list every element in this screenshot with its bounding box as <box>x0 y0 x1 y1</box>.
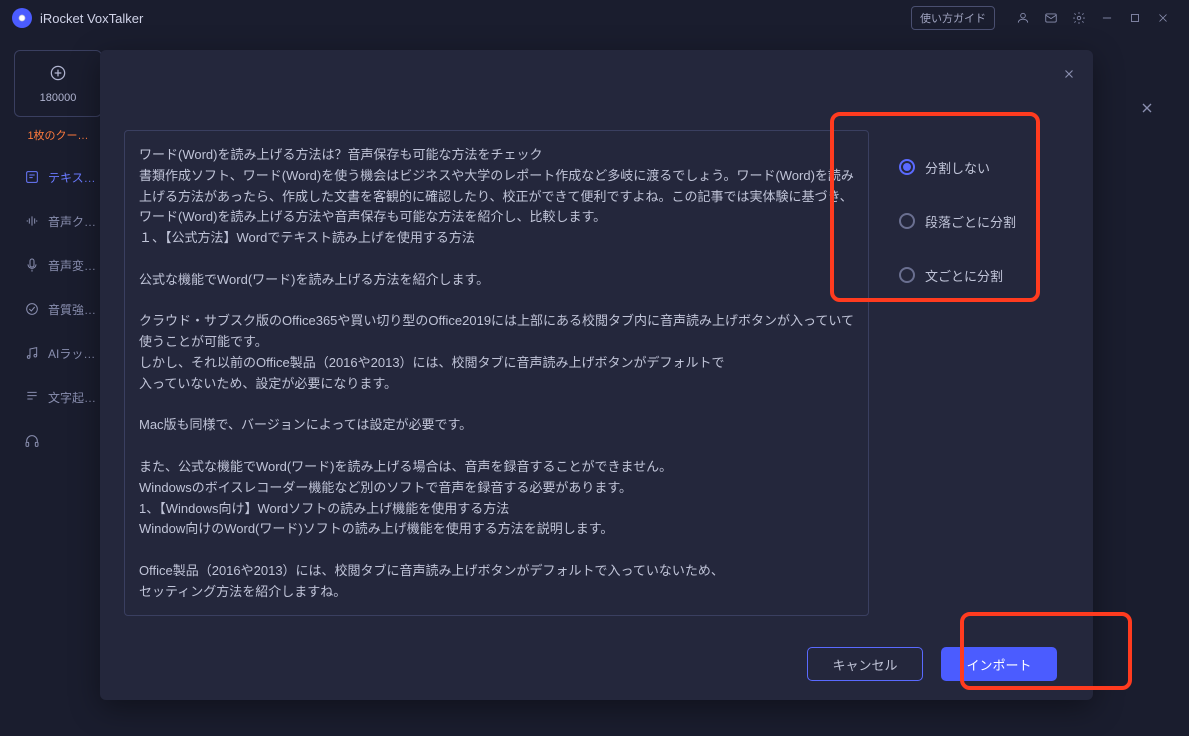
mail-icon[interactable] <box>1037 4 1065 32</box>
headphone-icon <box>24 433 40 449</box>
radio-no-split[interactable]: 分割しない <box>899 140 1069 194</box>
coupon-tab[interactable]: 1枚のクー… <box>14 117 102 153</box>
sidebar-item-enhance[interactable]: 音質強… <box>14 289 102 329</box>
sidebar-item-label: 文字起… <box>48 389 96 406</box>
credit-box[interactable]: 180000 <box>14 50 102 117</box>
sidebar-item-extra[interactable] <box>14 421 102 461</box>
guide-button[interactable]: 使い方ガイド <box>911 6 995 30</box>
text-icon <box>24 169 40 185</box>
dialog-close-button[interactable] <box>1059 64 1079 84</box>
cancel-button[interactable]: キャンセル <box>807 647 923 681</box>
sidebar-item-label: 音声ク… <box>48 213 96 230</box>
radio-icon <box>899 159 915 175</box>
sidebar-item-text[interactable]: テキス… <box>14 157 102 197</box>
settings-icon[interactable] <box>1065 4 1093 32</box>
credit-icon <box>48 63 68 83</box>
sidebar: 180000 1枚のクー… テキス… 音声ク… 音声変… 音質強… AIラッ… … <box>14 50 102 722</box>
import-dialog: ワード(Word)を読み上げる方法は？音声保存も可能な方法をチェック 書類作成ソ… <box>100 50 1093 700</box>
close-window-button[interactable] <box>1149 4 1177 32</box>
enhance-icon <box>24 301 40 317</box>
app-logo <box>12 8 32 28</box>
app-name: iRocket VoxTalker <box>40 11 143 26</box>
radio-label: 分割しない <box>925 158 990 177</box>
sidebar-item-label: AIラッ… <box>48 345 95 362</box>
import-text-area[interactable]: ワード(Word)を読み上げる方法は？音声保存も可能な方法をチェック 書類作成ソ… <box>124 130 869 616</box>
panel-close-button[interactable] <box>1135 96 1159 120</box>
sidebar-item-transcribe[interactable]: 文字起… <box>14 377 102 417</box>
radio-icon <box>899 213 915 229</box>
maximize-button[interactable] <box>1121 4 1149 32</box>
radio-label: 段落ごとに分割 <box>925 212 1016 231</box>
transcribe-icon <box>24 389 40 405</box>
sidebar-item-label: 音質強… <box>48 301 96 318</box>
dialog-footer: キャンセル インポート <box>100 628 1093 700</box>
split-options: 分割しない 段落ごとに分割 文ごとに分割 <box>869 130 1069 616</box>
credit-count: 180000 <box>15 92 101 104</box>
radio-label: 文ごとに分割 <box>925 266 1003 285</box>
mic-icon <box>24 257 40 273</box>
sidebar-item-label: テキス… <box>48 169 96 186</box>
sidebar-item-label: 音声変… <box>48 257 96 274</box>
wave-icon <box>24 213 40 229</box>
sidebar-item-voice-change[interactable]: 音声変… <box>14 245 102 285</box>
minimize-button[interactable] <box>1093 4 1121 32</box>
titlebar: iRocket VoxTalker 使い方ガイド <box>0 0 1189 36</box>
import-button[interactable]: インポート <box>941 647 1057 681</box>
sidebar-item-ai-rap[interactable]: AIラッ… <box>14 333 102 373</box>
music-icon <box>24 345 40 361</box>
sidebar-item-voice-clone[interactable]: 音声ク… <box>14 201 102 241</box>
user-icon[interactable] <box>1009 4 1037 32</box>
radio-split-paragraph[interactable]: 段落ごとに分割 <box>899 194 1069 248</box>
radio-split-sentence[interactable]: 文ごとに分割 <box>899 248 1069 302</box>
radio-icon <box>899 267 915 283</box>
